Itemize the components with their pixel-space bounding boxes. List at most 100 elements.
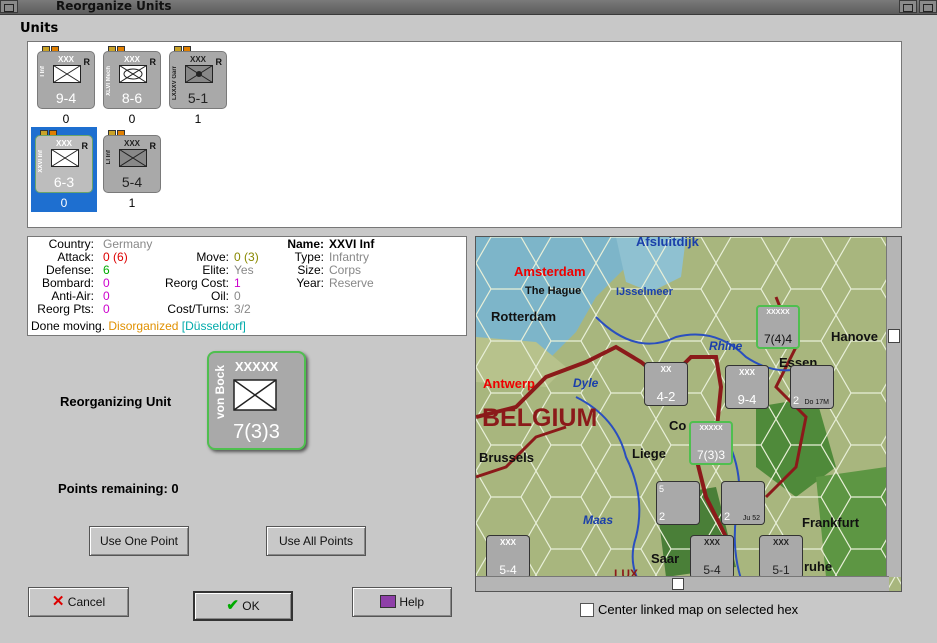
reorg-marker: R bbox=[83, 57, 91, 67]
unit-name: I Inf bbox=[40, 66, 46, 77]
help-book-icon bbox=[379, 595, 396, 608]
reorg-marker: R bbox=[149, 141, 157, 151]
map-label-maas: Maas bbox=[583, 513, 614, 527]
reorganizing-unit-counter: XXXXX von Bock 7(3)3 bbox=[207, 351, 306, 450]
close-window-button[interactable] bbox=[919, 0, 937, 13]
unit-slot-selected[interactable]: XXX R XXVI Inf 6-3 0 bbox=[31, 127, 97, 212]
unit-strength: 5-1 bbox=[187, 90, 209, 106]
units-list: XXX R I Inf 9-4 0 XXX R XLVI Mech 8-6 0 … bbox=[27, 41, 902, 228]
ok-button[interactable]: ✔ OK bbox=[193, 591, 293, 621]
status-disorganized: Disorganized bbox=[108, 319, 179, 333]
map-hq-strength: 7(3)3 bbox=[696, 448, 725, 462]
status-city: [Düsseldorf] bbox=[181, 319, 246, 333]
map-hq-counter[interactable]: XXXXX 7(4)4 bbox=[756, 305, 800, 349]
map-air-counter[interactable]: 2 Ju 52 bbox=[721, 481, 765, 525]
map-unit-size: XXX bbox=[738, 368, 755, 377]
map-air-name: Ju 52 bbox=[742, 515, 760, 522]
title-bar: Reorganize Units bbox=[0, 0, 937, 15]
unit-counter: XXX R I Inf 9-4 bbox=[37, 51, 95, 109]
hq-strength: 7(3)3 bbox=[233, 421, 280, 443]
map-air-range: 5 bbox=[659, 484, 665, 494]
minimize-button[interactable] bbox=[899, 0, 917, 13]
points-remaining-value: 0 bbox=[171, 481, 179, 496]
help-label: Help bbox=[399, 595, 425, 609]
costturns-label: Cost/Turns: bbox=[167, 302, 229, 316]
year-value: Reserve bbox=[329, 276, 374, 290]
map-unit-counter[interactable]: XXX 9-4 bbox=[725, 365, 769, 409]
unit-name: LI Inf bbox=[106, 150, 112, 165]
infantry-symbol-icon bbox=[119, 149, 147, 167]
map-air-strength: 2 bbox=[659, 511, 666, 523]
map-vertical-scroll-thumb[interactable] bbox=[888, 329, 900, 343]
map-unit-counter[interactable]: XXX 5-4 bbox=[690, 535, 734, 579]
map-label-afsluitdijk: Afsluitdijk bbox=[636, 236, 699, 249]
move-paren-value: (3) bbox=[244, 250, 259, 264]
map-unit-counter[interactable]: XXX 5-1 bbox=[759, 535, 803, 579]
cancel-label: Cancel bbox=[67, 595, 106, 609]
status-dots-icon bbox=[41, 43, 61, 54]
map-unit-counter[interactable]: XXX 5-4 bbox=[486, 535, 530, 579]
map-view[interactable]: Afsluitdijk Amsterdam The Hague IJsselme… bbox=[475, 236, 902, 592]
costturns-value: 3/2 bbox=[234, 302, 251, 316]
map-label-ruhe: ruhe bbox=[804, 559, 833, 574]
map-vertical-scrollbar[interactable] bbox=[886, 237, 901, 577]
map-unit-strength: 5-4 bbox=[499, 563, 517, 577]
unit-name: XXVI Inf bbox=[38, 150, 44, 173]
unit-slot[interactable]: XXX R I Inf 9-4 0 bbox=[33, 43, 99, 128]
use-one-point-button[interactable]: Use One Point bbox=[89, 526, 189, 556]
map-unit-size: XXX bbox=[499, 538, 516, 547]
map-horizontal-scrollbar[interactable] bbox=[476, 576, 889, 591]
reorg-marker: R bbox=[215, 57, 223, 67]
unit-strength: 6-3 bbox=[53, 174, 75, 190]
map-hq-size: XXXXX bbox=[766, 309, 790, 316]
infantry-symbol-icon bbox=[51, 149, 79, 167]
map-unit-strength: 5-1 bbox=[772, 563, 790, 577]
map-unit-strength: 9-4 bbox=[737, 392, 757, 407]
map-hq-strength: 7(4)4 bbox=[763, 332, 792, 346]
cancel-button[interactable]: ✕ Cancel bbox=[28, 587, 129, 617]
unit-counter: XXX R XXVI Inf 6-3 bbox=[35, 135, 93, 193]
unit-slot[interactable]: XXX R LXXXV Garr 5-1 1 bbox=[165, 43, 231, 128]
map-unit-size: XX bbox=[660, 365, 672, 374]
attack-value: 0 bbox=[103, 250, 110, 264]
garrison-symbol-icon bbox=[185, 65, 213, 83]
unit-counter: XXX R XLVI Mech 8-6 bbox=[103, 51, 161, 109]
unit-strength: 8-6 bbox=[121, 90, 143, 106]
unit-slot[interactable]: XXX R LI Inf 5-4 1 bbox=[99, 127, 165, 212]
unit-counter: XXX R LXXXV Garr 5-1 bbox=[169, 51, 227, 109]
help-button[interactable]: Help bbox=[352, 587, 452, 617]
map-label-rotterdam: Rotterdam bbox=[491, 309, 557, 324]
unit-count: 0 bbox=[60, 196, 68, 210]
reorganizing-unit-label: Reorganizing Unit bbox=[60, 394, 172, 409]
reorgpts-value: 0 bbox=[103, 302, 110, 316]
map-horizontal-scroll-thumb[interactable] bbox=[672, 578, 684, 590]
unit-slot[interactable]: XXX R XLVI Mech 8-6 0 bbox=[99, 43, 165, 128]
infantry-symbol-icon bbox=[53, 65, 81, 83]
mech-symbol-icon bbox=[119, 65, 147, 83]
map-hq-counter-selected[interactable]: XXXXX 7(3)3 bbox=[689, 421, 733, 465]
map-label-saar: Saar bbox=[651, 551, 680, 566]
unit-count: 1 bbox=[128, 196, 136, 210]
status-done: Done moving. bbox=[31, 319, 106, 333]
hq-name: von Bock bbox=[213, 365, 227, 420]
use-all-points-button[interactable]: Use All Points bbox=[266, 526, 366, 556]
unit-strength: 5-4 bbox=[121, 174, 143, 190]
system-menu-button[interactable] bbox=[0, 0, 18, 13]
attack-paren-value: (6) bbox=[113, 250, 128, 264]
map-label-dyle: Dyle bbox=[573, 376, 599, 390]
map-air-counter[interactable]: 5 2 bbox=[656, 481, 700, 525]
center-linked-checkbox[interactable] bbox=[580, 603, 594, 617]
map-unit-size: XXX bbox=[703, 538, 720, 547]
window-title: Reorganize Units bbox=[56, 0, 172, 13]
unit-count: 1 bbox=[194, 112, 202, 126]
status-dots-icon bbox=[173, 43, 193, 54]
map-label-belgium: BELGIUM bbox=[482, 404, 598, 432]
map-label-frankfurt: Frankfurt bbox=[802, 515, 860, 530]
map-air-strength: 2 bbox=[724, 511, 731, 523]
map-label-liege: Liege bbox=[632, 446, 666, 461]
infantry-symbol-icon bbox=[233, 379, 277, 411]
map-unit-strength: 5-4 bbox=[703, 563, 721, 577]
center-linked-label: Center linked map on selected hex bbox=[598, 602, 799, 617]
map-air-counter[interactable]: 2 Do 17M bbox=[790, 365, 834, 409]
map-unit-counter[interactable]: XX 4-2 bbox=[644, 362, 688, 406]
